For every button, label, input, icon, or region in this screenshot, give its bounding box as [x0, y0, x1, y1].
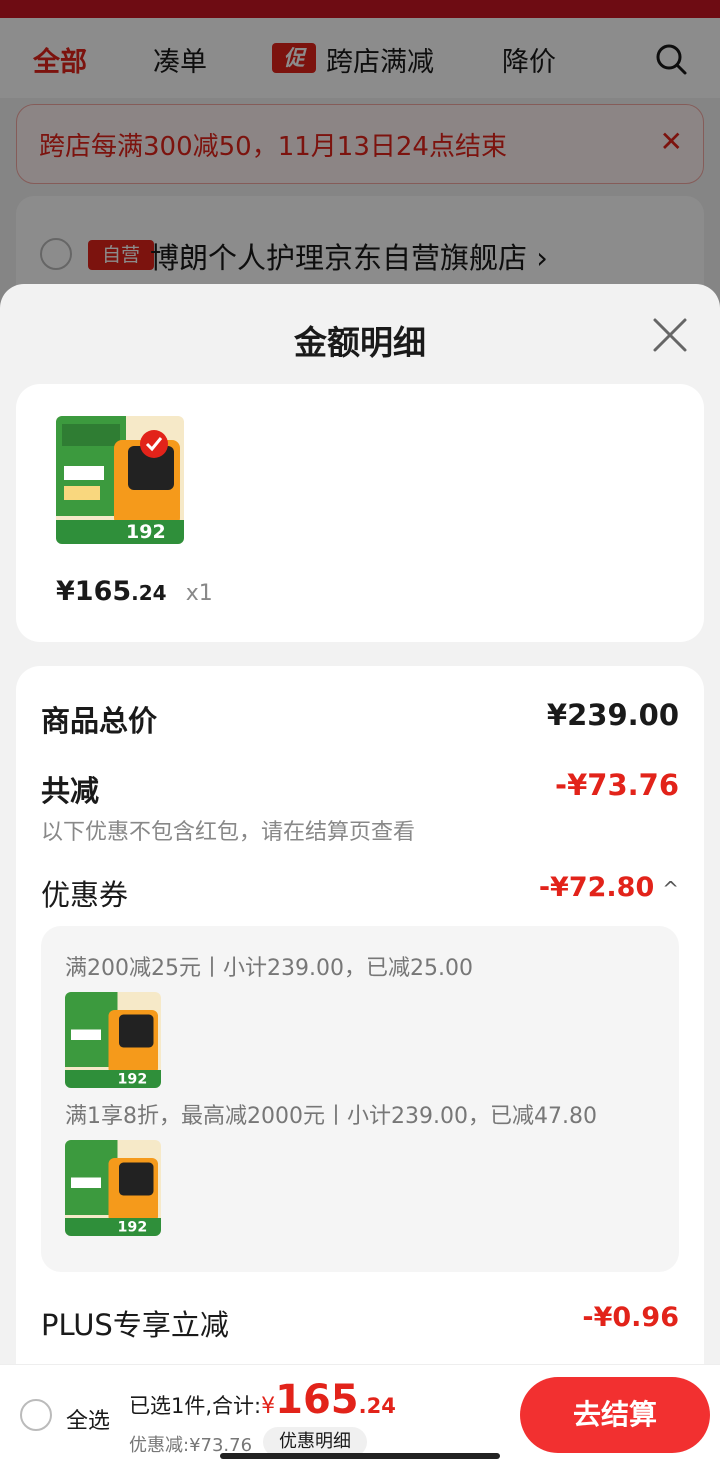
price-main: 165 — [74, 576, 132, 607]
sheet-title: 金额明细 — [294, 323, 426, 362]
summary-amount: 165 — [275, 1377, 359, 1423]
product-thumbnail: 192 — [65, 992, 161, 1088]
discount-value: -¥73.76 — [555, 768, 679, 802]
home-indicator — [220, 1453, 500, 1459]
total-label: 商品总价 — [41, 704, 158, 738]
coupon-breakdown: 满200减25元丨小计239.00，已减25.00 192 满1享8折，最高减2… — [41, 926, 679, 1272]
summary-yen: ¥ — [261, 1394, 276, 1419]
product-price: ¥165.24 x1 — [56, 576, 213, 607]
close-icon[interactable] — [651, 316, 689, 354]
price-detail-card: 商品总价 ¥239.00 共减 -¥73.76 以下优惠不包含红包，请在结算页查… — [16, 666, 704, 1426]
coupon-rule-2: 满1享8折，最高减2000元丨小计239.00，已减47.80 — [65, 1104, 597, 1129]
coupon-toggle[interactable]: -¥72.80 ^ — [539, 872, 679, 903]
summary-decimal: .24 — [358, 1394, 396, 1418]
discount-label: 共减 — [41, 774, 100, 808]
plus-label: PLUS专享立减 — [41, 1308, 229, 1342]
total-value: ¥239.00 — [546, 698, 679, 732]
total-summary: 已选1件,合计:¥165.24 — [129, 1377, 396, 1423]
price-decimal: .24 — [131, 581, 167, 605]
discount-note: 以下优惠不包含红包，请在结算页查看 — [41, 820, 416, 845]
amount-detail-sheet: 金额明细 192 ¥165.24 x1 商品总价 ¥239.00 共减 -¥73… — [0, 284, 720, 1464]
chevron-up-icon: ^ — [662, 877, 679, 901]
plus-value: -¥0.96 — [582, 1302, 679, 1333]
select-all-label[interactable]: 全选 — [66, 1403, 110, 1435]
coupon-value: -¥72.80 — [538, 872, 655, 903]
product-image[interactable]: 192 — [56, 416, 184, 544]
summary-prefix: 已选1件,合计: — [129, 1394, 262, 1418]
checkout-button[interactable]: 去结算 — [520, 1377, 710, 1453]
coupon-rule-1: 满200减25元丨小计239.00，已减25.00 — [65, 956, 473, 981]
coupon-label: 优惠券 — [41, 878, 129, 912]
checkout-bar: 全选 已选1件,合计:¥165.24 优惠减:¥73.76 优惠明细 去结算 — [0, 1364, 720, 1464]
products-card: 192 ¥165.24 x1 — [16, 384, 704, 642]
product-qty: x1 — [185, 581, 213, 606]
product-thumbnail-price: 192 — [118, 1072, 148, 1088]
select-all-radio[interactable] — [20, 1399, 52, 1431]
price-yen: ¥ — [56, 576, 75, 607]
product-thumbnail-price: 192 — [118, 1220, 148, 1236]
product-image-price: 192 — [126, 521, 166, 543]
product-thumbnail: 192 — [65, 1140, 161, 1236]
